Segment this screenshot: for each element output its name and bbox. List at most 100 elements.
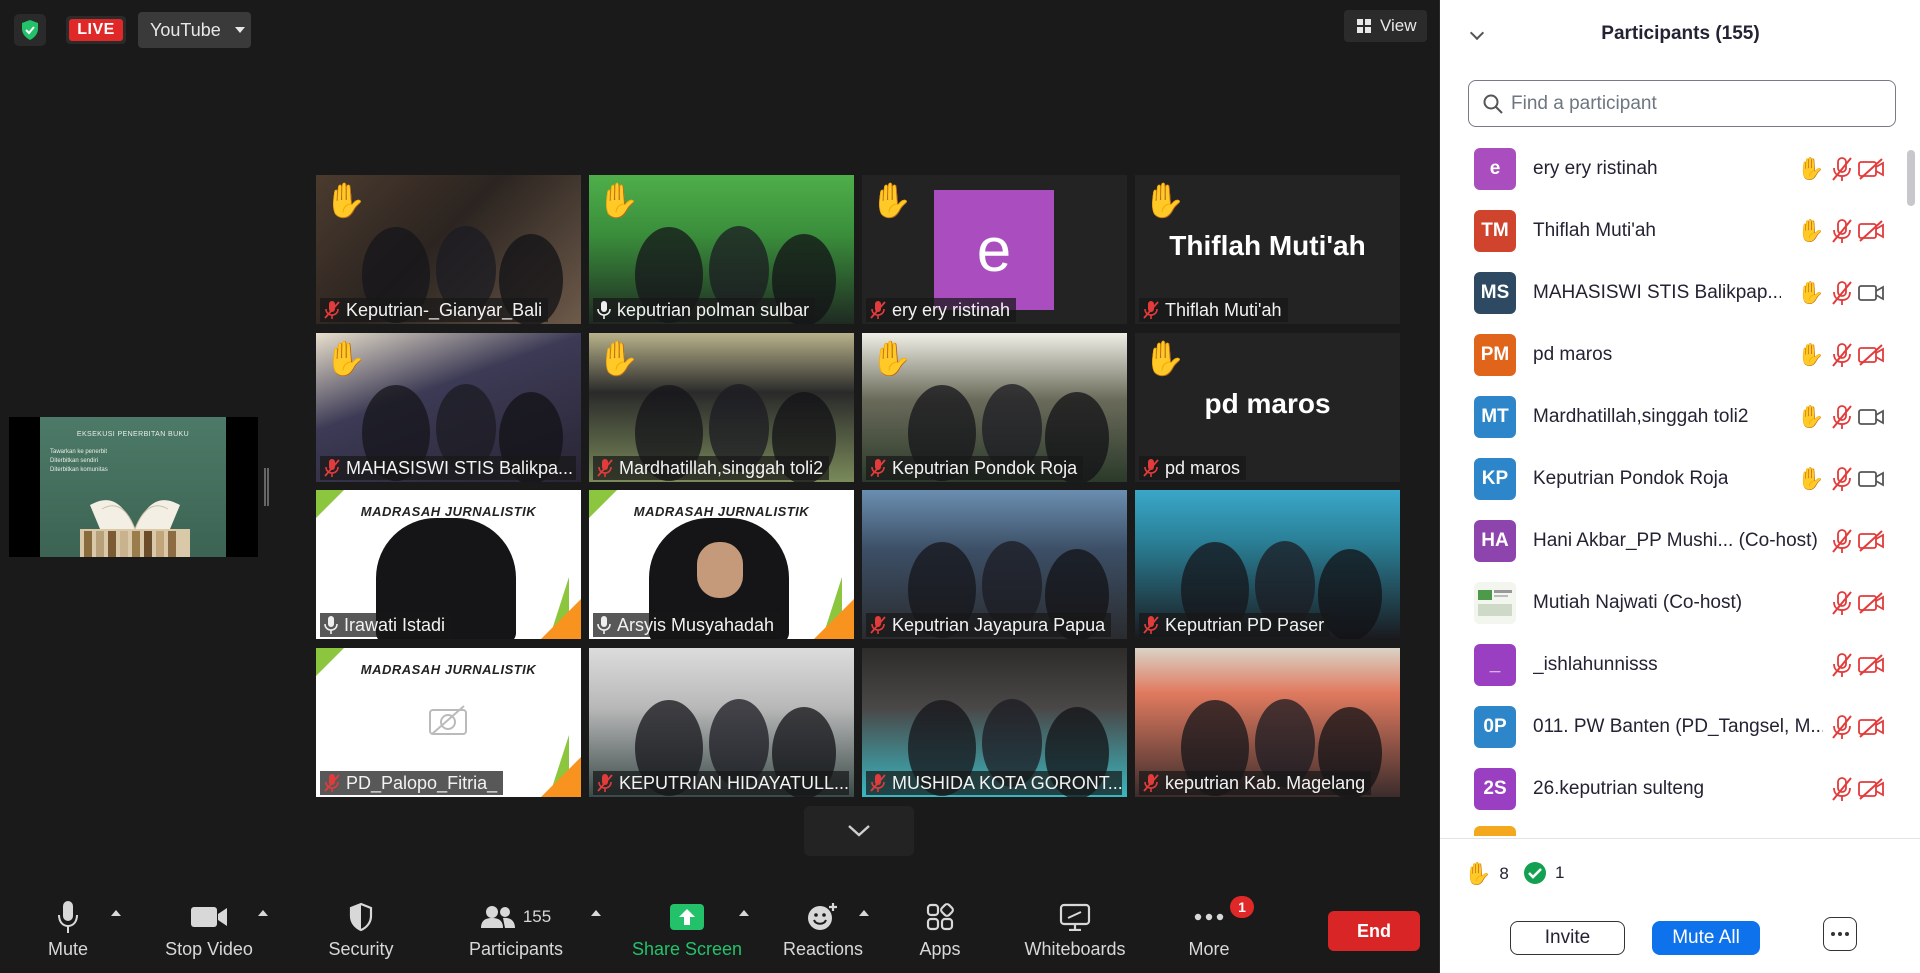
raised-hand-icon[interactable]: ✋ — [1796, 154, 1826, 184]
name-label: Keputrian PD Paser — [1139, 613, 1331, 637]
stream-target-dropdown[interactable]: YouTube — [138, 12, 251, 48]
muted-mic-icon — [870, 300, 886, 320]
participant-row[interactable]: _ _ishlahunnisss — [1440, 634, 1902, 696]
video-options-caret[interactable] — [258, 910, 268, 916]
muted-mic-icon[interactable] — [1827, 464, 1857, 494]
video-off-icon[interactable] — [1856, 712, 1886, 742]
video-tile[interactable]: pd maros ✋ pd maros — [1135, 333, 1400, 482]
share-screen-button[interactable]: Share Screen — [632, 895, 742, 973]
participant-row[interactable]: KP Keputrian Pondok Roja ✋ — [1440, 448, 1902, 510]
participant-row[interactable]: TM Thiflah Muti'ah ✋ — [1440, 200, 1902, 262]
video-icon[interactable] — [1856, 402, 1886, 432]
view-button[interactable]: View — [1344, 10, 1427, 42]
apps-button[interactable]: Apps — [917, 895, 963, 973]
video-off-icon[interactable] — [1856, 650, 1886, 680]
share-options-caret[interactable] — [739, 910, 749, 916]
video-tile[interactable]: MUSHIDA KOTA GORONT... — [862, 648, 1127, 797]
video-tile[interactable]: MADRASAH JURNALISTIK Arsyis Musyahadah — [589, 490, 854, 639]
name-label: Keputrian Pondok Roja — [866, 456, 1084, 480]
muted-mic-icon[interactable] — [1827, 650, 1857, 680]
reactions-button[interactable]: Reactions — [780, 895, 866, 973]
search-input[interactable] — [1511, 92, 1871, 115]
participant-row[interactable]: MS MAHASISWI STIS Balikpap... ✋ — [1440, 262, 1902, 324]
encryption-shield-icon[interactable] — [14, 14, 46, 46]
invite-button[interactable]: Invite — [1510, 921, 1625, 955]
panel-resize-handle[interactable] — [264, 468, 269, 506]
video-icon[interactable] — [1856, 278, 1886, 308]
muted-mic-icon[interactable] — [1827, 340, 1857, 370]
video-tile[interactable]: ✋ Mardhatillah,singgah toli2 — [589, 333, 854, 482]
more-dots-icon — [1831, 932, 1849, 936]
name-label: keputrian Kab. Magelang — [1139, 771, 1372, 795]
raised-hand-icon[interactable]: ✋ — [1796, 402, 1826, 432]
muted-mic-icon[interactable] — [1827, 154, 1857, 184]
muted-mic-icon[interactable] — [1827, 774, 1857, 804]
mute-all-button[interactable]: Mute All — [1652, 921, 1760, 955]
video-tile[interactable]: MADRASAH JURNALISTIK PD_Palopo_Fitria_ — [316, 648, 581, 797]
video-off-icon[interactable] — [1856, 526, 1886, 556]
video-tile[interactable]: Thiflah Muti'ah ✋ Thiflah Muti'ah — [1135, 175, 1400, 324]
muted-mic-icon[interactable] — [1827, 712, 1857, 742]
live-indicator[interactable]: LIVE — [66, 16, 126, 44]
video-tile[interactable]: e ✋ ery ery ristinah — [862, 175, 1127, 324]
stop-video-button[interactable]: Stop Video — [160, 895, 258, 973]
audio-options-caret[interactable] — [111, 910, 121, 916]
shared-screen-thumbnail[interactable]: EKSEKUSI PENERBITAN BUKU Tawarkan ke pen… — [9, 417, 258, 557]
raised-hand-icon[interactable]: ✋ — [1796, 464, 1826, 494]
next-page-button[interactable] — [804, 806, 914, 856]
participant-row[interactable]: Mutiah Najwati (Co-host) — [1440, 572, 1902, 634]
name-label: MAHASISWI STIS Balikpa... — [320, 456, 576, 480]
video-off-icon[interactable] — [1856, 774, 1886, 804]
participant-row[interactable]: 0P 011. PW Banten (PD_Tangsel, M... — [1440, 696, 1902, 758]
participant-search[interactable] — [1468, 80, 1896, 127]
more-button[interactable]: More — [1185, 895, 1233, 973]
muted-mic-icon[interactable] — [1827, 588, 1857, 618]
video-tile[interactable]: KEPUTRIAN HIDAYATULL... — [589, 648, 854, 797]
name-label: keputrian polman sulbar — [593, 298, 816, 322]
participant-row[interactable]: MT Mardhatillah,singgah toli2 ✋ — [1440, 386, 1902, 448]
video-off-icon[interactable] — [1856, 340, 1886, 370]
participant-row[interactable]: PM pd maros ✋ — [1440, 324, 1902, 386]
raised-hand-icon[interactable]: ✋ — [1796, 278, 1826, 308]
participants-icon — [480, 906, 515, 928]
share-screen-icon — [670, 904, 704, 930]
muted-mic-icon — [870, 458, 886, 478]
muted-mic-icon[interactable] — [1827, 278, 1857, 308]
participant-row[interactable]: HA Hani Akbar_PP Mushi... (Co-host) — [1440, 510, 1902, 572]
raised-hand-icon[interactable]: ✋ — [1796, 340, 1826, 370]
muted-mic-icon[interactable] — [1827, 216, 1857, 246]
mic-icon — [324, 615, 338, 635]
security-button[interactable]: Security — [325, 895, 397, 973]
participant-row[interactable]: 2S 26.keputrian sulteng — [1440, 758, 1902, 820]
participant-name: ery ery ristinah — [892, 299, 1011, 320]
video-off-icon[interactable] — [1856, 216, 1886, 246]
grid-view-icon — [1357, 19, 1371, 33]
video-tile[interactable]: ✋ Keputrian Pondok Roja — [862, 333, 1127, 482]
list-scrollbar[interactable] — [1907, 150, 1915, 206]
raised-hand-icon[interactable]: ✋ — [1796, 216, 1826, 246]
video-tile[interactable]: ✋ MAHASISWI STIS Balikpa... — [316, 333, 581, 482]
video-off-icon[interactable] — [1856, 588, 1886, 618]
participant-name: PD_Palopo_Fitria_ — [346, 772, 498, 793]
reactions-options-caret[interactable] — [859, 910, 869, 916]
video-tile[interactable]: keputrian Kab. Magelang — [1135, 648, 1400, 797]
participant-name: _ishlahunnisss — [1533, 654, 1658, 675]
video-tile[interactable]: Keputrian Jayapura Papua — [862, 490, 1127, 639]
participants-options-caret[interactable] — [591, 910, 601, 916]
muted-mic-icon[interactable] — [1827, 402, 1857, 432]
participants-button[interactable]: 155 Participants — [466, 895, 566, 973]
whiteboards-button[interactable]: Whiteboards — [1020, 895, 1130, 973]
video-tile[interactable]: ✋ keputrian polman sulbar — [589, 175, 854, 324]
participant-row[interactable]: e ery ery ristinah ✋ — [1440, 138, 1902, 200]
mute-button[interactable]: Mute — [40, 895, 96, 973]
end-meeting-button[interactable]: End — [1328, 911, 1420, 951]
video-icon[interactable] — [1856, 464, 1886, 494]
avatar: KP — [1474, 458, 1516, 500]
participant-name: Thiflah Muti'ah — [1533, 220, 1656, 241]
panel-more-button[interactable] — [1823, 917, 1857, 951]
video-tile[interactable]: Keputrian PD Paser — [1135, 490, 1400, 639]
video-tile[interactable]: MADRASAH JURNALISTIK Irawati Istadi — [316, 490, 581, 639]
video-tile[interactable]: ✋ Keputrian-_Gianyar_Bali — [316, 175, 581, 324]
muted-mic-icon[interactable] — [1827, 526, 1857, 556]
video-off-icon[interactable] — [1856, 154, 1886, 184]
